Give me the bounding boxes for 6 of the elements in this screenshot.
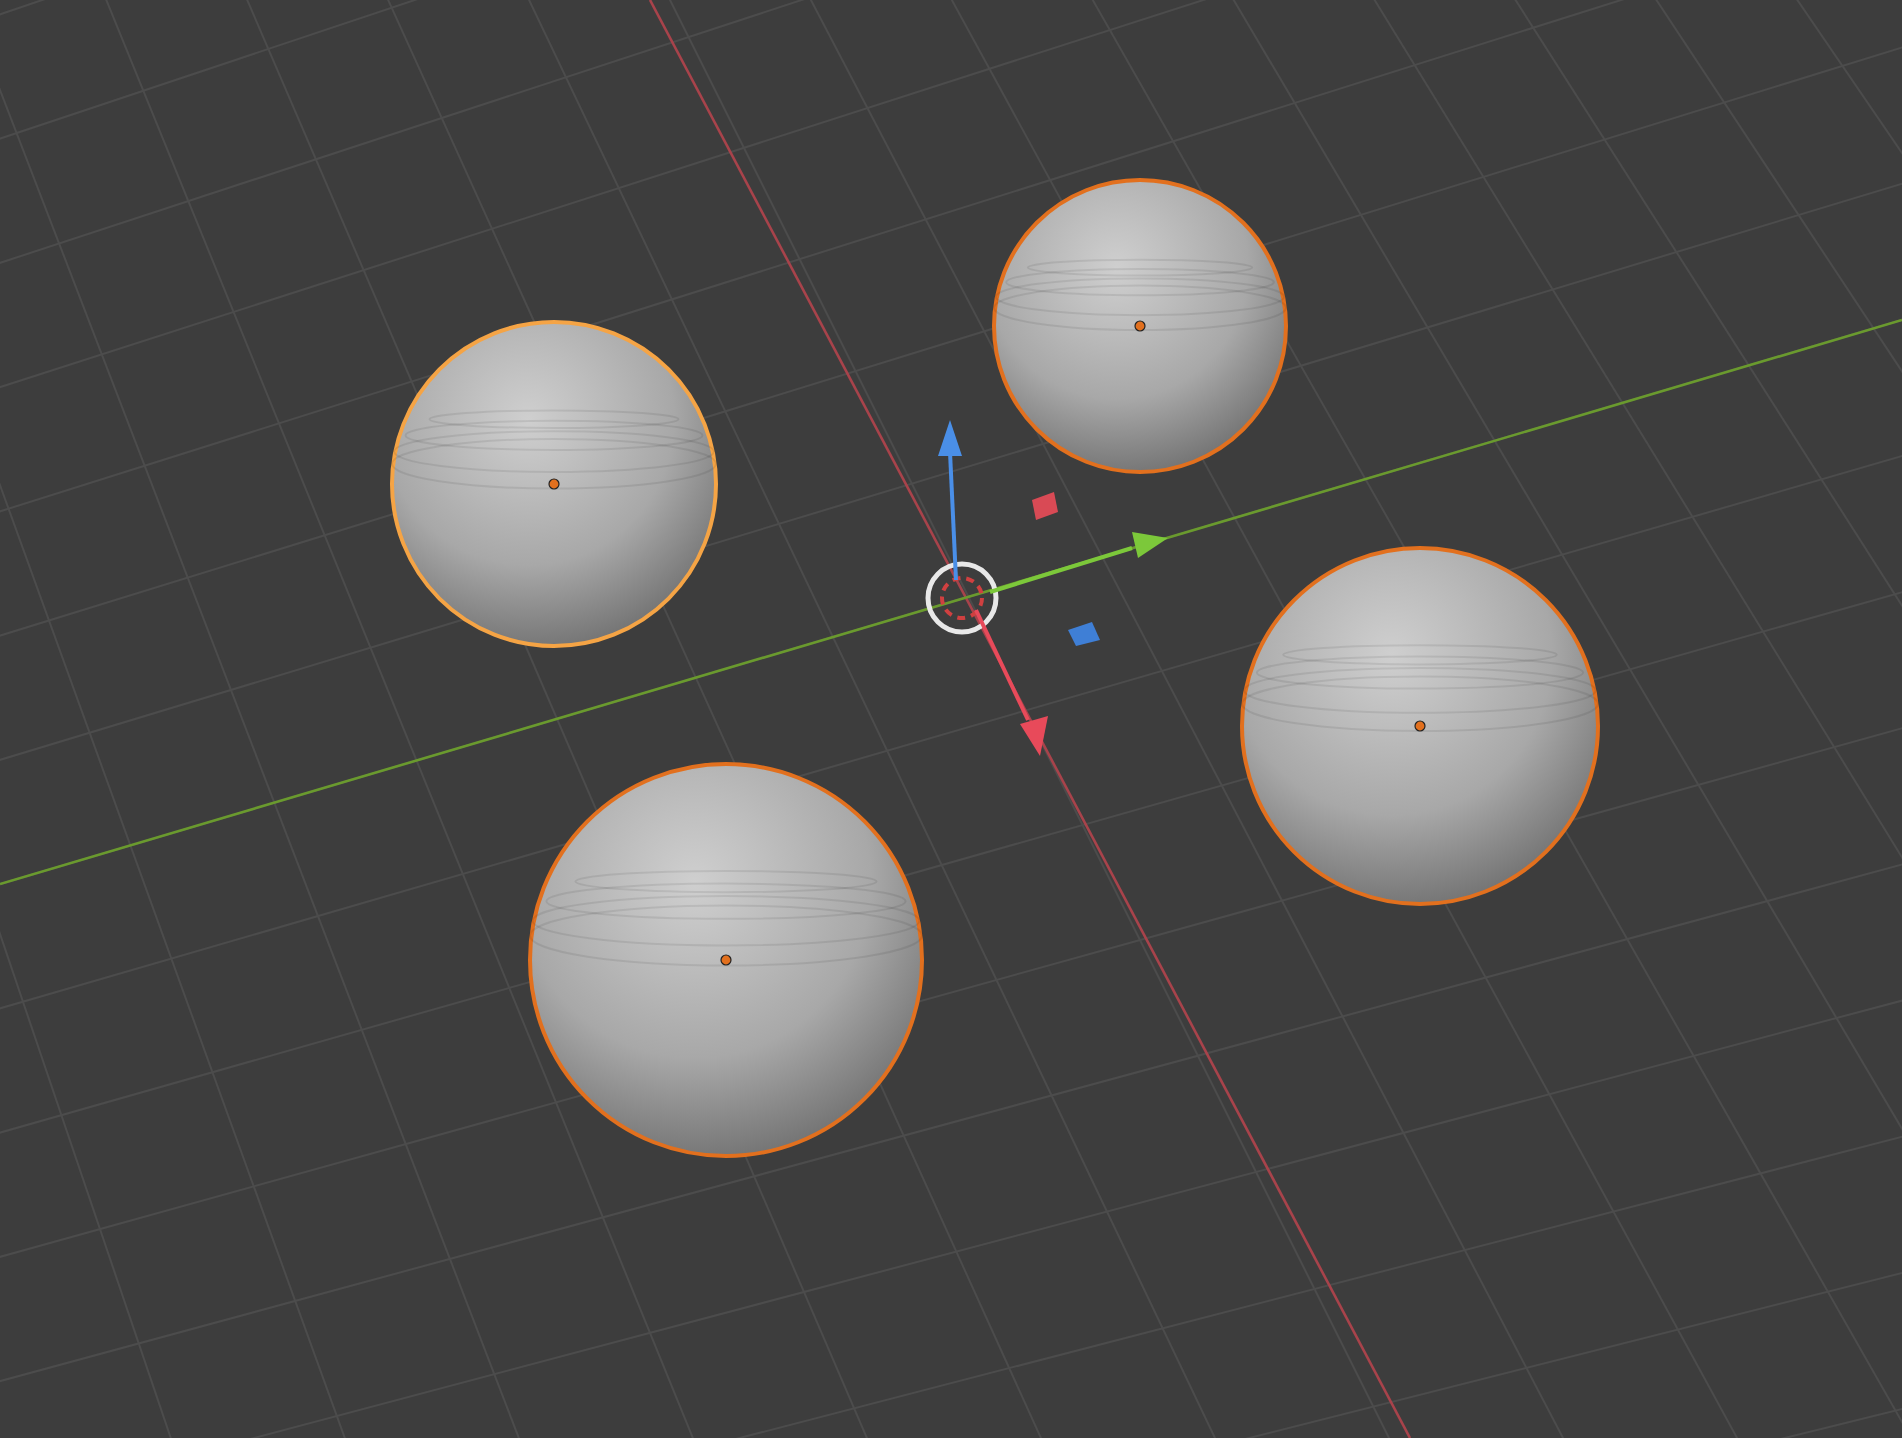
sphere-mesh[interactable]	[1240, 546, 1600, 906]
cursor-icon[interactable]	[925, 561, 999, 635]
sphere-mesh[interactable]	[992, 178, 1288, 474]
sphere-mesh[interactable]	[528, 762, 924, 1158]
move-gizmo-drawing[interactable]	[938, 420, 1168, 756]
sphere-mesh[interactable]	[390, 320, 718, 648]
